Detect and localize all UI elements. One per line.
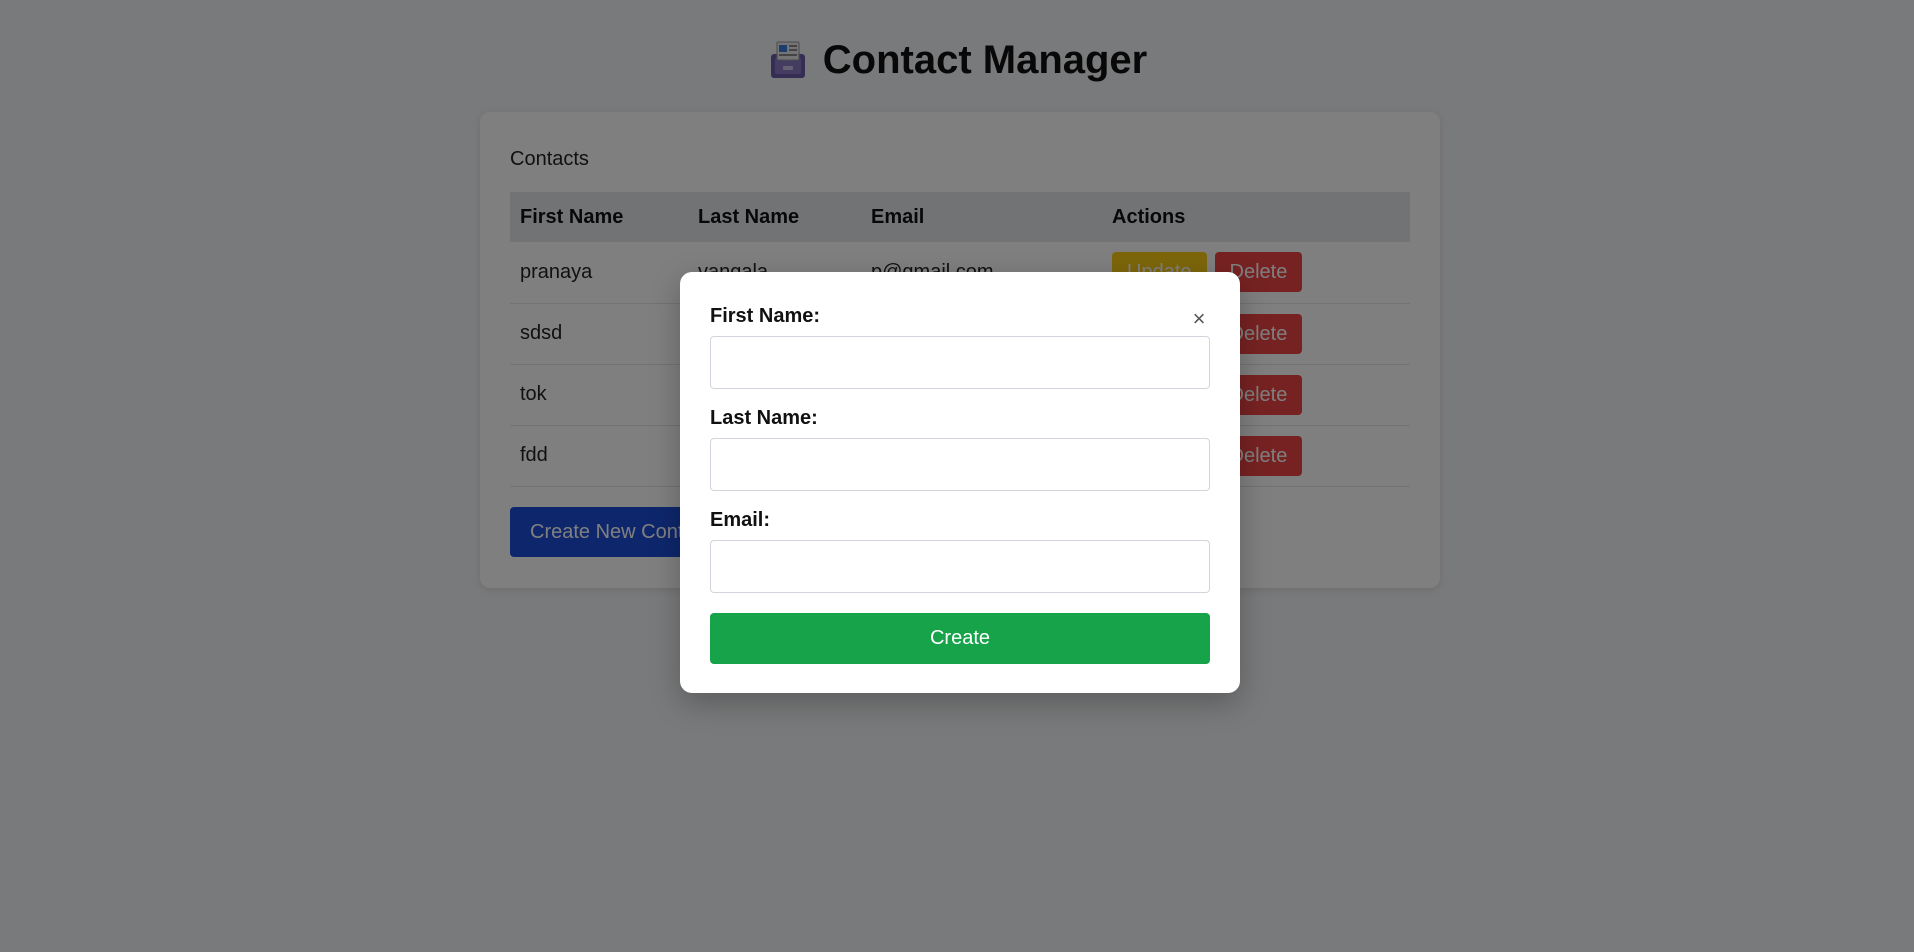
email-input[interactable] [710,540,1210,593]
create-button[interactable]: Create [710,613,1210,664]
last-name-input[interactable] [710,438,1210,491]
last-name-label: Last Name: [710,407,818,429]
first-name-label: First Name: [710,305,821,327]
email-label: Email: [710,509,771,531]
first-name-input[interactable] [710,336,1210,389]
close-icon[interactable]: × [1188,308,1210,330]
create-contact-modal: × First Name: Last Name: Email: Create [680,272,1240,693]
